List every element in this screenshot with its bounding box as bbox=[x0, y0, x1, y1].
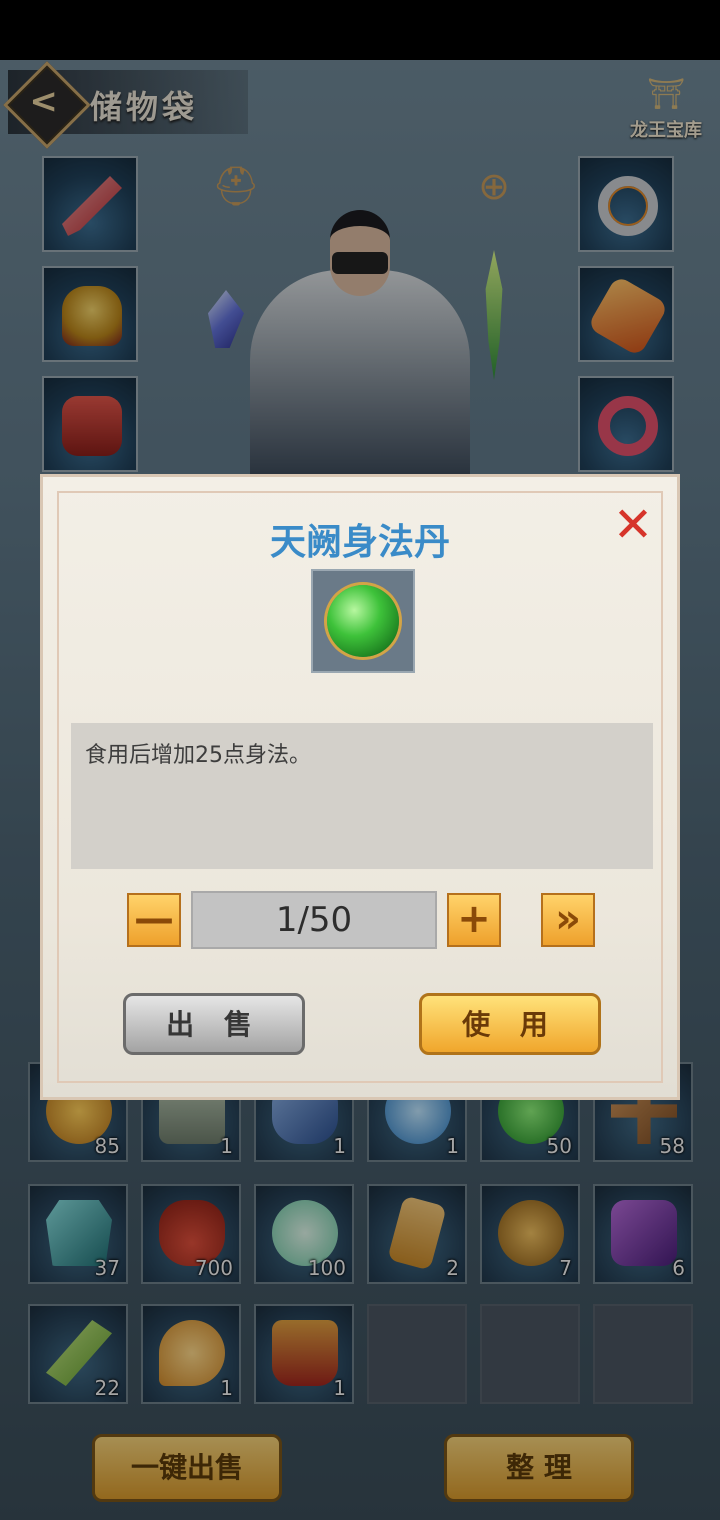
use-button[interactable]: 使 用 bbox=[419, 993, 601, 1055]
close-icon[interactable]: ✕ bbox=[611, 501, 655, 549]
increase-quantity-button[interactable]: + bbox=[447, 893, 501, 947]
item-detail-dialog: 天阙身法丹 ✕ 食用后增加25点身法。 — 1/50 + » 出 售 使 用 bbox=[40, 474, 680, 1100]
max-quantity-button[interactable]: » bbox=[541, 893, 595, 947]
decrease-quantity-button[interactable]: — bbox=[127, 893, 181, 947]
item-description: 食用后增加25点身法。 bbox=[71, 723, 653, 869]
item-name: 天阙身法丹 bbox=[269, 522, 450, 563]
quantity-field[interactable]: 1/50 bbox=[191, 891, 437, 949]
green-pill-icon bbox=[327, 585, 399, 657]
item-icon-frame bbox=[311, 569, 415, 673]
sell-button[interactable]: 出 售 bbox=[123, 993, 305, 1055]
